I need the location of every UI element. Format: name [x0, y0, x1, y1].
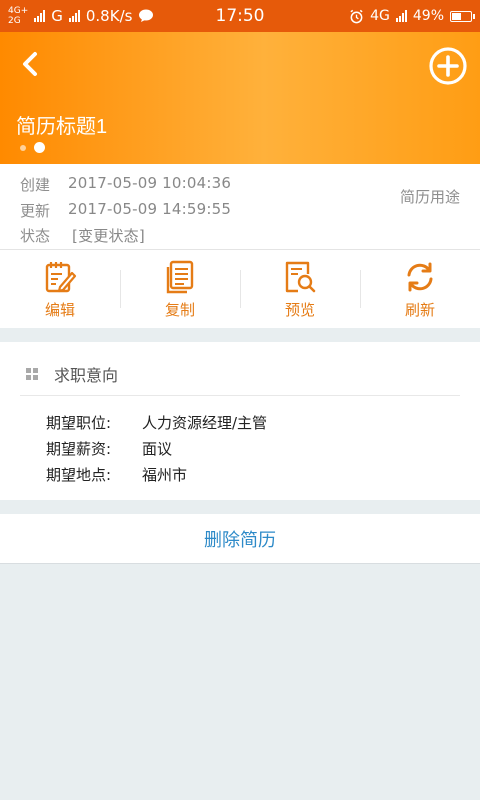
battery-percent: 49%: [412, 8, 444, 24]
edit-button[interactable]: 编辑: [0, 250, 120, 328]
job-row-salary: 期望薪资: 面议: [46, 438, 172, 459]
created-row: 创建 2017-05-09 10:04:36: [20, 174, 231, 195]
refresh-button[interactable]: 刷新: [360, 250, 480, 328]
job-intention-header[interactable]: 求职意向: [20, 362, 460, 396]
job-location-key: 期望地点:: [46, 466, 112, 484]
preview-button[interactable]: 预览: [240, 250, 360, 328]
grid-icon: [26, 367, 38, 380]
refresh-icon: [407, 262, 433, 291]
page-dot-1[interactable]: [20, 144, 26, 151]
status-bar: 4G+ 2G G 0.8K/s 17:50 4G 49%: [0, 0, 480, 32]
change-status-link[interactable]: [变更状态]: [72, 225, 145, 246]
resume-title: 简历标题1: [16, 116, 108, 138]
page-dot-2[interactable]: [34, 142, 45, 153]
add-resume-button[interactable]: [428, 46, 468, 86]
preview-icon: [285, 261, 316, 292]
job-row-position: 期望职位: 人力资源经理/主管: [46, 412, 267, 433]
back-button[interactable]: [16, 50, 44, 78]
status-left: 4G+ 2G G 0.8K/s: [8, 6, 154, 26]
signal-icon: [34, 10, 46, 22]
refresh-label: 刷新: [404, 300, 435, 319]
status-label: 状态: [20, 227, 51, 245]
copy-label: 复制: [164, 300, 195, 319]
action-bar: 编辑 复制 预览 刷新: [0, 250, 480, 328]
job-position-key: 期望职位:: [46, 414, 112, 432]
updated-label: 更新: [20, 202, 51, 220]
carrier-label: G: [51, 7, 63, 25]
signal-icon-2: [68, 10, 80, 22]
header-banner: 简历标题1: [0, 32, 480, 164]
resume-purpose-button[interactable]: 简历用途: [400, 186, 460, 207]
job-intention-card: 求职意向 期望职位: 人力资源经理/主管 期望薪资: 面议 期望地点: 福州市: [0, 342, 480, 500]
edit-label: 编辑: [44, 300, 75, 319]
battery-icon: [450, 10, 475, 22]
network-type-1: 4G+: [8, 6, 29, 16]
updated-row: 更新 2017-05-09 14:59:55: [20, 200, 231, 221]
job-salary-key: 期望薪资:: [46, 440, 112, 458]
job-salary-value: 面议: [142, 440, 173, 458]
net-speed: 0.8K/s: [85, 7, 133, 25]
job-location-value: 福州市: [142, 466, 188, 484]
delete-resume-button[interactable]: 删除简历: [0, 514, 480, 564]
resume-info: 创建 2017-05-09 10:04:36 更新 2017-05-09 14:…: [0, 164, 480, 250]
job-intention-title: 求职意向: [54, 365, 119, 385]
signal-icon-3: [395, 10, 407, 22]
job-row-location: 期望地点: 福州市: [46, 464, 187, 485]
message-icon: [139, 9, 154, 22]
network-type-2: 2G: [8, 16, 21, 26]
plus-circle-icon: [429, 47, 467, 85]
page-indicator: [20, 142, 45, 153]
updated-value: 2017-05-09 14:59:55: [68, 200, 232, 218]
copy-icon: [166, 260, 194, 293]
chevron-left-icon: [23, 52, 37, 76]
created-label: 创建: [20, 176, 51, 194]
created-value: 2017-05-09 10:04:36: [68, 174, 232, 192]
edit-icon: [45, 261, 77, 292]
status-right: 4G 49%: [349, 8, 475, 24]
status-row: 状态 [变更状态]: [20, 225, 145, 246]
network-indicator: 4G+ 2G: [8, 6, 28, 26]
network-type-3: 4G: [370, 8, 390, 24]
alarm-icon: [350, 9, 363, 23]
preview-label: 预览: [284, 300, 315, 319]
job-position-value: 人力资源经理/主管: [142, 414, 268, 432]
copy-button[interactable]: 复制: [120, 250, 240, 328]
delete-resume-label: 删除简历: [204, 529, 276, 551]
